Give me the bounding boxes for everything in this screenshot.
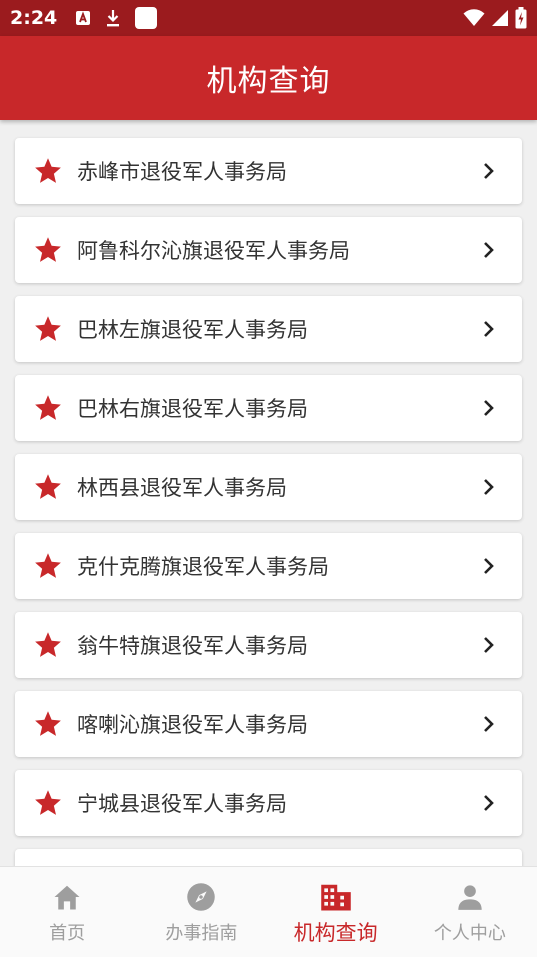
nav-home-label: 首页 bbox=[49, 923, 86, 944]
page-title: 机构查询 bbox=[206, 64, 331, 99]
nav-profile[interactable]: 个人中心 bbox=[403, 867, 537, 957]
institution-name: 克什克腾旗退役军人事务局 bbox=[77, 555, 329, 579]
star-icon bbox=[33, 709, 63, 739]
list-item-institution[interactable]: 宁城县退役军人事务局 bbox=[15, 770, 522, 836]
home-icon bbox=[51, 881, 83, 913]
list-item-institution[interactable]: 克什克腾旗退役军人事务局 bbox=[15, 533, 522, 599]
nav-profile-label: 个人中心 bbox=[433, 923, 506, 944]
status-notifications bbox=[75, 7, 158, 29]
star-icon bbox=[33, 235, 63, 265]
list-item-institution[interactable]: 翁牛特旗退役军人事务局 bbox=[15, 612, 522, 678]
nav-home[interactable]: 首页 bbox=[0, 867, 134, 957]
chevron-right-icon bbox=[481, 714, 497, 734]
person-icon bbox=[454, 881, 486, 913]
chevron-right-icon bbox=[481, 477, 497, 497]
institution-name: 巴林左旗退役军人事务局 bbox=[77, 318, 308, 342]
chevron-right-icon bbox=[481, 635, 497, 655]
bottom-nav: 首页 办事指南 机构查询 个人中心 bbox=[0, 866, 537, 957]
list-item-institution[interactable]: 阿鲁科尔沁旗退役军人事务局 bbox=[15, 217, 522, 283]
list-item-institution[interactable]: 巴林左旗退役军人事务局 bbox=[15, 296, 522, 362]
download-icon bbox=[105, 9, 121, 27]
building-icon bbox=[320, 881, 352, 913]
chevron-right-icon bbox=[481, 556, 497, 576]
list-item-institution[interactable]: 赤峰市退役军人事务局 bbox=[15, 138, 522, 204]
nav-org-search[interactable]: 机构查询 bbox=[269, 867, 403, 957]
institution-name: 翁牛特旗退役军人事务局 bbox=[77, 634, 308, 658]
star-icon bbox=[33, 630, 63, 660]
list-item-institution[interactable]: 巴林右旗退役军人事务局 bbox=[15, 375, 522, 441]
status-system-icons bbox=[463, 7, 527, 29]
chevron-right-icon bbox=[481, 161, 497, 181]
star-icon bbox=[33, 472, 63, 502]
institution-name: 宁城县退役军人事务局 bbox=[77, 792, 287, 816]
blank-notification-icon bbox=[135, 7, 158, 29]
list-item-institution[interactable]: 林西县退役军人事务局 bbox=[15, 454, 522, 520]
chevron-right-icon bbox=[481, 793, 497, 813]
list-item-institution[interactable]: 喀喇沁旗退役军人事务局 bbox=[15, 691, 522, 757]
institution-list[interactable]: 赤峰市退役军人事务局 阿鲁科尔沁旗退役军人事务局 巴林左旗退役军人事务局 巴林右… bbox=[0, 120, 537, 866]
list-item-partial[interactable] bbox=[15, 849, 522, 866]
star-icon bbox=[33, 156, 63, 186]
wifi-icon bbox=[463, 9, 485, 27]
chevron-right-icon bbox=[481, 319, 497, 339]
status-bar: 2:24 bbox=[0, 0, 537, 36]
app-bar: 机构查询 bbox=[0, 36, 537, 120]
star-icon bbox=[33, 551, 63, 581]
nav-guide-label: 办事指南 bbox=[165, 923, 238, 944]
app-notification-icon bbox=[75, 10, 91, 26]
signal-icon bbox=[491, 9, 509, 27]
star-icon bbox=[33, 314, 63, 344]
institution-name: 林西县退役军人事务局 bbox=[77, 476, 287, 500]
institution-name: 喀喇沁旗退役军人事务局 bbox=[77, 713, 308, 737]
institution-name: 阿鲁科尔沁旗退役军人事务局 bbox=[77, 239, 350, 263]
star-icon bbox=[33, 393, 63, 423]
compass-icon bbox=[185, 881, 217, 913]
institution-name: 巴林右旗退役军人事务局 bbox=[77, 397, 308, 421]
chevron-right-icon bbox=[481, 240, 497, 260]
status-time: 2:24 bbox=[10, 7, 58, 29]
nav-guide[interactable]: 办事指南 bbox=[134, 867, 268, 957]
chevron-right-icon bbox=[481, 398, 497, 418]
star-icon bbox=[33, 788, 63, 818]
battery-icon bbox=[515, 7, 527, 29]
institution-name: 赤峰市退役军人事务局 bbox=[77, 160, 287, 184]
nav-org-search-label: 机构查询 bbox=[293, 921, 378, 945]
